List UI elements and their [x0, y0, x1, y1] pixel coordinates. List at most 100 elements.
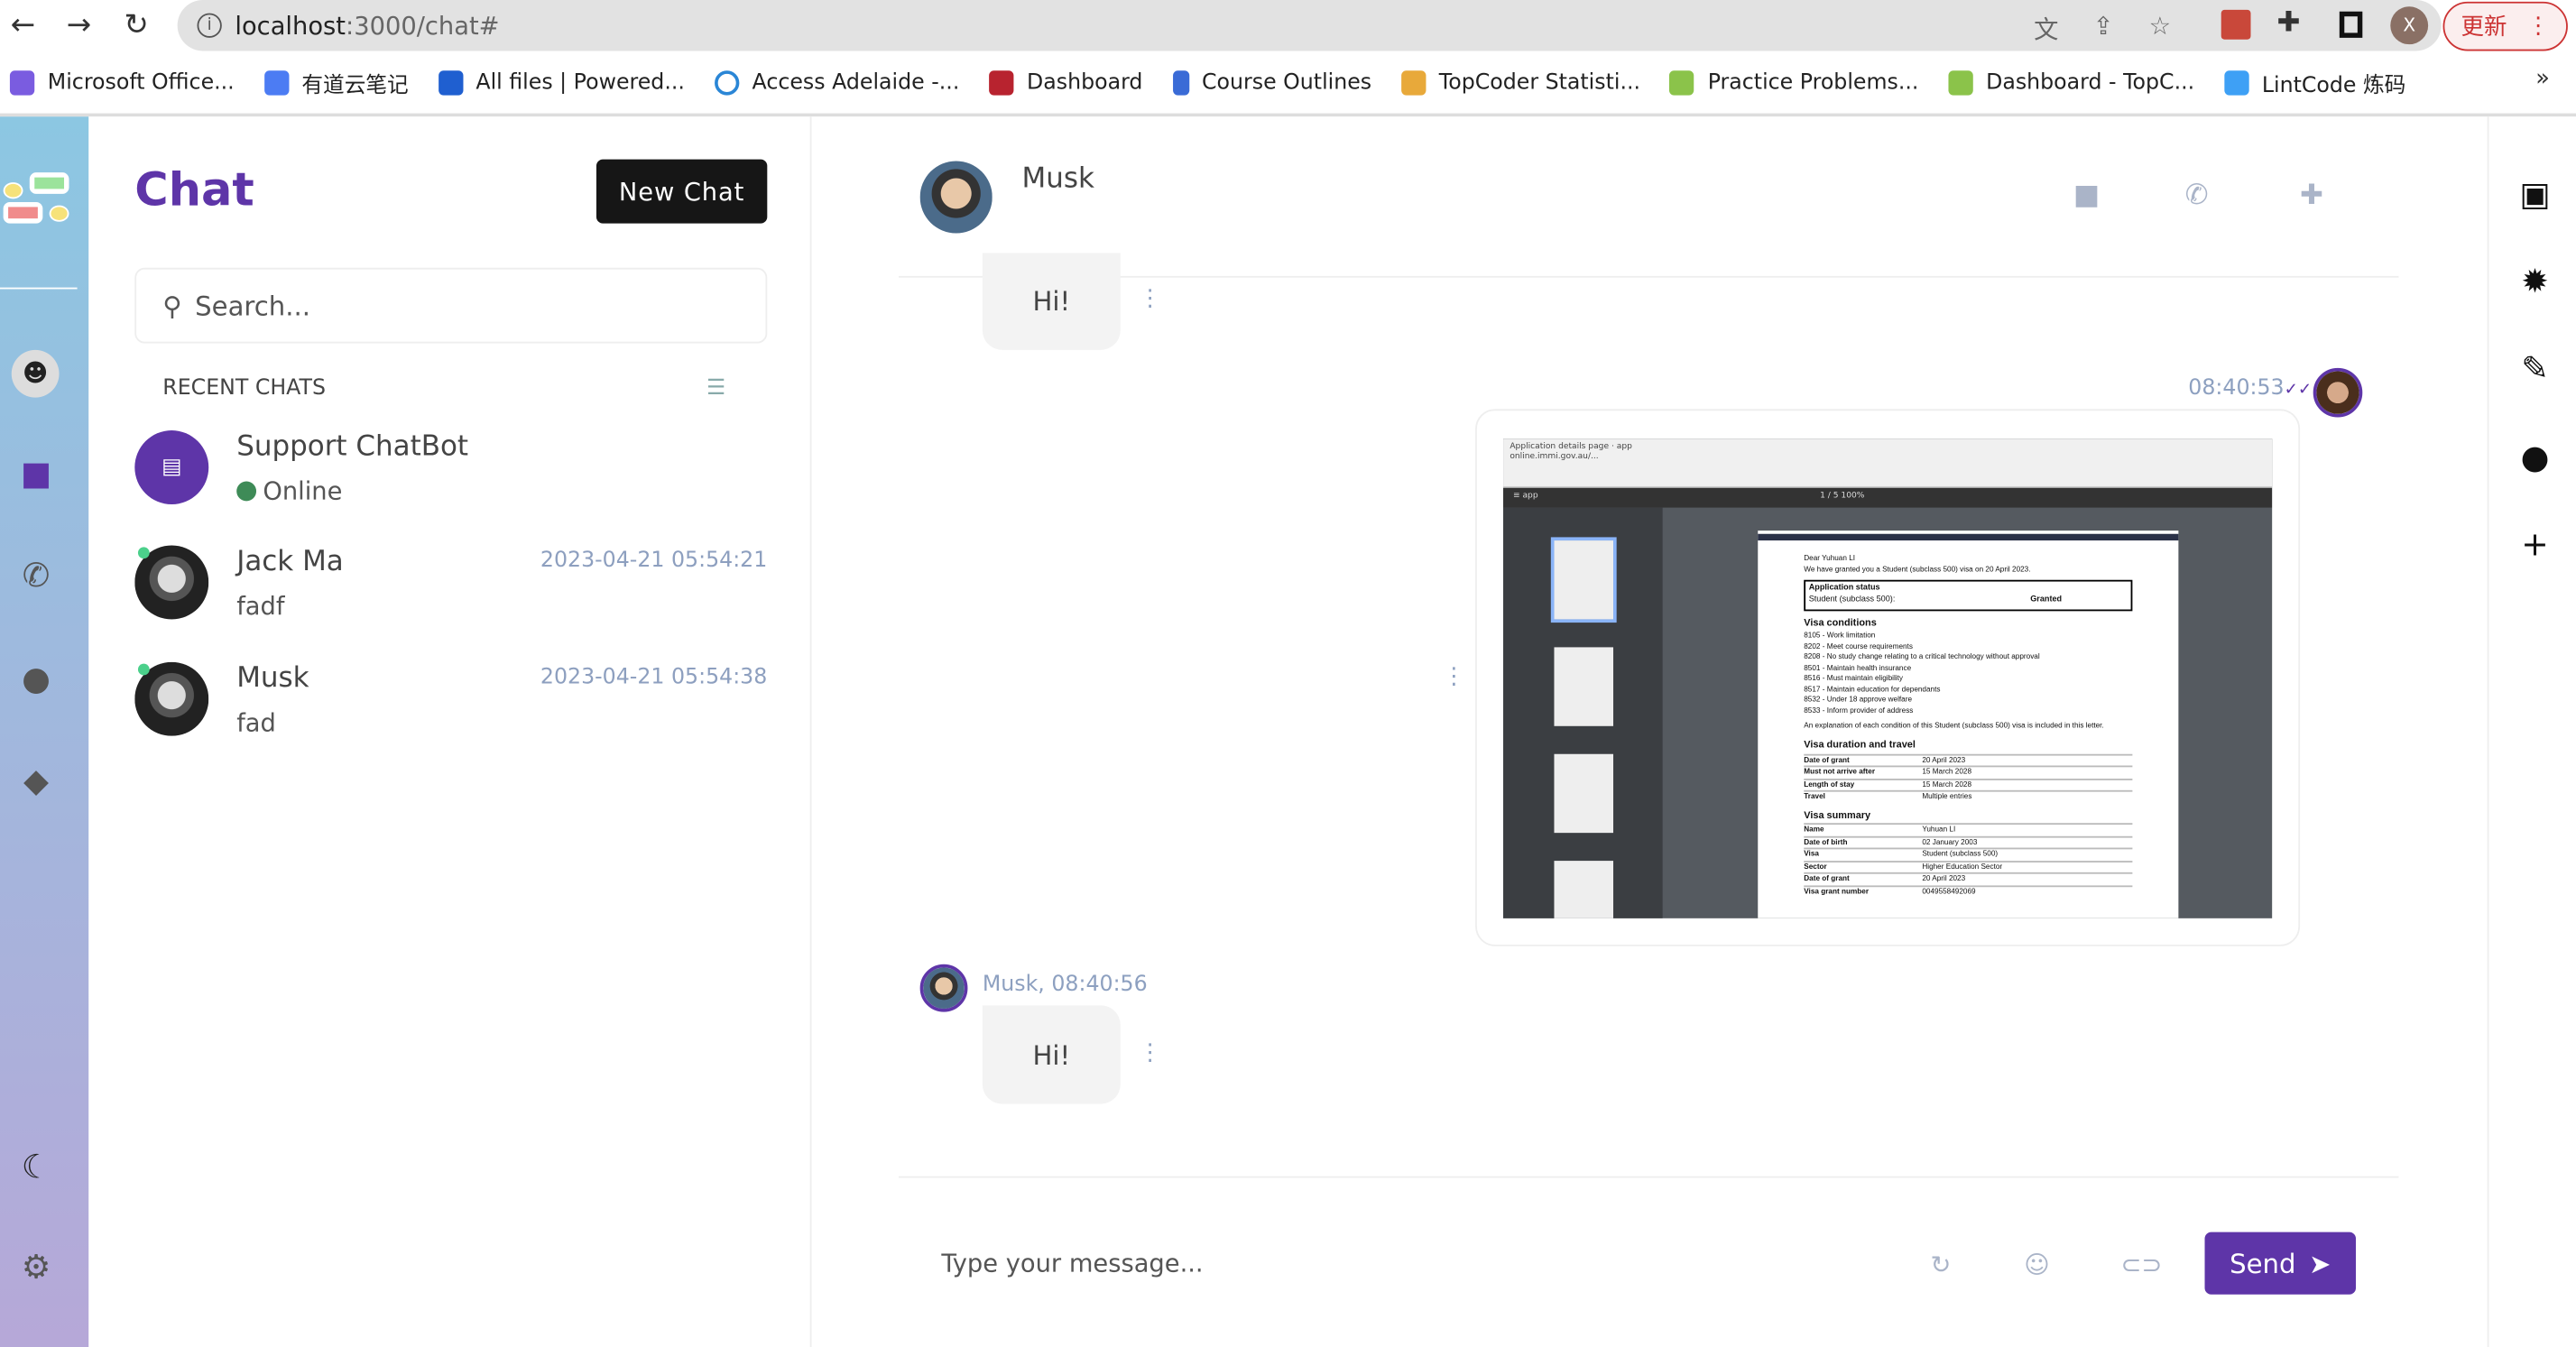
zoom-level: 100% — [1841, 491, 1865, 502]
extensions-puzzle-icon[interactable]: ✚ — [2277, 6, 2301, 39]
back-icon[interactable]: ← — [5, 8, 41, 42]
chat-name: Musk — [236, 661, 309, 696]
bookmark-label: Microsoft Office... — [47, 69, 235, 95]
bookmark-icon — [1669, 69, 1695, 95]
message-menu-icon[interactable]: ⋮ — [1139, 1040, 1161, 1066]
bookmark[interactable]: All files | Powered... — [438, 69, 685, 95]
search-input[interactable]: ⚲ Search... — [134, 267, 768, 344]
bookmark-icon — [9, 69, 35, 95]
feedback-icon[interactable]: ✎ — [2516, 348, 2555, 388]
video-call-icon[interactable]: ■ — [2073, 179, 2100, 211]
shot-tab: Application details page — [1510, 441, 1610, 452]
reload-icon[interactable]: ↻ — [118, 8, 154, 42]
table-row: Date of grant 20 April 2023 — [1804, 752, 2133, 766]
address-bar[interactable]: i localhost:3000/chat# 文 ⇪ ☆ — [177, 0, 2442, 51]
message-menu-icon[interactable]: ⋮ — [1139, 286, 1161, 312]
add-user-icon[interactable]: ✚ — [2300, 179, 2323, 211]
refresh-icon[interactable]: ↻ — [1930, 1250, 1951, 1280]
row-label: Name — [1804, 825, 1824, 834]
chat-item[interactable]: Musk fad 2023-04-21 05:54:38 — [134, 661, 768, 761]
contacts-icon[interactable]: ● — [16, 659, 56, 698]
conditions-heading: Visa conditions — [1804, 618, 1877, 629]
last-message: fadf — [236, 591, 285, 622]
bookmark-label: Dashboard — [1027, 69, 1143, 95]
message-input[interactable]: Type your message... — [941, 1249, 1203, 1278]
settings-icon[interactable]: ⚙ — [16, 1247, 56, 1287]
extension-icon[interactable] — [2221, 9, 2251, 40]
attachment-icon[interactable]: ⊂⊃ — [2121, 1250, 2163, 1280]
dark-mode-icon[interactable]: ☾ — [16, 1147, 56, 1186]
url-host: localhost — [235, 10, 346, 41]
app-logo — [3, 162, 76, 235]
doc-explanation: An explanation of each condition of this… — [1804, 721, 2104, 731]
row-label: Length of stay — [1804, 780, 1855, 789]
chat-status: Online — [236, 476, 342, 506]
filter-icon[interactable]: ☰ — [706, 376, 725, 401]
share-icon[interactable]: ⇪ — [2093, 12, 2114, 42]
online-dot-icon — [236, 481, 257, 502]
row-value: Multiple entries — [1922, 791, 1972, 800]
page-thumbnail[interactable] — [1550, 537, 1617, 623]
pdf-page: Dear Yuhuan LI We have granted you a Stu… — [1758, 530, 2179, 918]
row-value: 20 April 2023 — [1922, 754, 1966, 763]
bookmark[interactable]: Practice Problems... — [1669, 69, 1918, 95]
contact-avatar — [919, 964, 968, 1012]
condition-item: 8208 - No study change relating to a cri… — [1804, 652, 2040, 661]
attached-screenshot[interactable]: Application details page · app online.imm… — [1503, 438, 2273, 918]
site-info-icon[interactable]: i — [197, 13, 222, 38]
update-button[interactable]: 更新 ⋮ — [2442, 1, 2568, 51]
pdf-toolbar: ≡ app 1 / 5 100% — [1503, 487, 2273, 508]
row-value: Student (subclass 500) — [1922, 849, 1999, 859]
side-panel-icon[interactable] — [2339, 11, 2363, 38]
chat-item[interactable]: ▤ Support ChatBot Online — [134, 430, 767, 529]
page-thumbnail[interactable] — [1554, 753, 1614, 834]
forward-icon[interactable]: → — [60, 8, 97, 42]
profile-avatar[interactable]: X — [2390, 6, 2429, 45]
lightbulb-icon[interactable]: ✹ — [2516, 262, 2555, 301]
bookmark[interactable]: Dashboard - TopC... — [1948, 69, 2194, 95]
bookmarks-bar: Microsoft Office... 有道云笔记 All files | Po… — [0, 60, 2576, 106]
bookmark[interactable]: Microsoft Office... — [9, 69, 235, 95]
row-label: Date of grant — [1804, 754, 1850, 763]
condition-item: 8516 - Must maintain eligibility — [1804, 674, 1903, 683]
bookmark[interactable]: LintCode 炼码 — [2223, 67, 2405, 97]
call-transfer-icon[interactable]: ✆ — [2185, 179, 2209, 211]
my-avatar — [2313, 367, 2363, 418]
pdf-title: app — [1522, 491, 1538, 502]
message-bubble: Hi! — [982, 253, 1121, 350]
bookmark[interactable]: Access Adelaide -... — [714, 69, 959, 95]
image-message[interactable]: Application details page · app online.imm… — [1475, 409, 2301, 946]
bookmark-icon — [989, 69, 1014, 95]
page-thumbnail[interactable] — [1554, 861, 1614, 918]
page-thumbnail[interactable] — [1554, 647, 1614, 726]
github-icon[interactable]: ● — [2516, 437, 2555, 476]
send-button[interactable]: Send ➤ — [2204, 1232, 2357, 1295]
bookmark[interactable]: Dashboard — [989, 69, 1143, 95]
bookmark-star-icon[interactable]: ☆ — [2149, 12, 2171, 42]
row-value: Higher Education Sector — [1922, 862, 2003, 871]
layers-icon[interactable]: ◆ — [16, 761, 56, 800]
menu-icon[interactable]: ⋮ — [2526, 14, 2549, 40]
user-avatar[interactable]: ☻ — [11, 349, 60, 398]
emoji-icon[interactable]: ☺ — [2024, 1250, 2049, 1280]
bookmark[interactable]: Course Outlines — [1172, 69, 1371, 95]
chat-icon[interactable]: ■ — [16, 454, 56, 494]
new-chat-button[interactable]: New Chat — [596, 159, 768, 224]
message-menu-icon[interactable]: ⋮ — [1443, 664, 1465, 690]
time-text: 08:40:53 — [2188, 375, 2285, 401]
add-icon[interactable]: + — [2516, 524, 2555, 564]
phone-icon[interactable]: ✆ — [16, 555, 56, 595]
summary-table: Name Yuhuan LI Date of birth 02 January 200… — [1804, 823, 2133, 898]
more-bookmarks-button[interactable]: » — [2535, 66, 2550, 92]
update-label: 更新 — [2461, 14, 2507, 42]
chat-item[interactable]: Jack Ma fadf 2023-04-21 05:54:21 — [134, 545, 767, 644]
translate-icon[interactable]: 文 — [2034, 12, 2058, 46]
row-label: Must not arrive after — [1804, 767, 1876, 776]
bookmark[interactable]: TopCoder Statisti... — [1400, 69, 1640, 95]
calendar-icon[interactable]: ▣ — [2516, 174, 2555, 214]
condition-item: 8501 - Maintain health insurance — [1804, 663, 1912, 672]
chat-time: 2023-04-21 05:54:38 — [540, 665, 768, 690]
status-label: Student (subclass 500): — [1808, 595, 1896, 605]
bookmark[interactable]: 有道云笔记 — [263, 67, 409, 97]
status-box: Application status Student (subclass 500)… — [1804, 579, 2133, 611]
